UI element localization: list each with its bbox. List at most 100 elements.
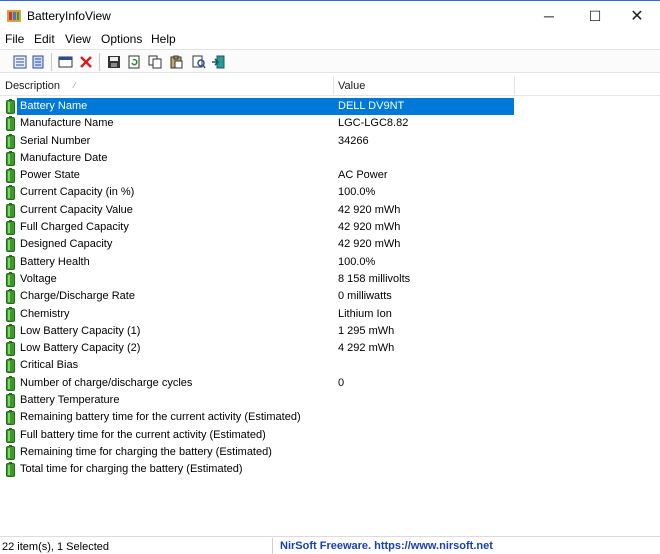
menu-view[interactable]: View — [65, 32, 91, 46]
table-row[interactable]: Chemistry Lithium Ion — [0, 306, 660, 323]
battery-icon — [6, 323, 15, 339]
table-row[interactable]: Full Charged Capacity 42 920 mWh — [0, 219, 660, 236]
row-description: Manufacture Date — [20, 151, 108, 164]
column-divider[interactable] — [514, 76, 515, 96]
battery-icon — [6, 341, 15, 357]
table-row[interactable]: Full battery time for the current activi… — [0, 427, 660, 444]
column-header-value[interactable]: Value — [338, 80, 365, 92]
row-value: 100.0% — [338, 255, 376, 268]
battery-icon — [6, 220, 15, 236]
battery-icon — [6, 168, 15, 184]
paste-icon[interactable] — [167, 53, 184, 70]
copy-icon[interactable] — [146, 53, 163, 70]
toolbar — [0, 49, 660, 73]
menu-edit[interactable]: Edit — [34, 32, 55, 46]
row-description: Serial Number — [20, 134, 91, 147]
row-value: 0 — [338, 376, 345, 389]
row-value: 8 158 millivolts — [338, 272, 411, 285]
row-description: Remaining time for charging the battery … — [20, 445, 272, 458]
table-row[interactable]: Voltage 8 158 millivolts — [0, 271, 660, 288]
row-description: Voltage — [20, 272, 57, 285]
battery-icon — [6, 427, 15, 443]
row-description: Chemistry — [20, 307, 70, 320]
row-description: Battery Name — [20, 100, 88, 112]
row-value: 42 920 mWh — [338, 203, 401, 216]
battery-icon — [6, 444, 15, 460]
find-icon[interactable] — [190, 53, 207, 70]
properties-icon[interactable] — [29, 53, 46, 70]
battery-icon — [6, 99, 15, 114]
display-icon[interactable] — [57, 53, 74, 70]
menu-bar: File Edit View Options Help — [0, 30, 660, 48]
battery-icon — [6, 393, 15, 409]
menu-file[interactable]: File — [5, 32, 24, 46]
table-row[interactable]: Low Battery Capacity (2) 4 292 mWh — [0, 340, 660, 357]
close-button[interactable]: ✕ — [614, 1, 660, 31]
exit-icon[interactable] — [210, 53, 227, 70]
sort-indicator-icon: ⁄ — [74, 81, 76, 90]
row-value: 0 milliwatts — [338, 290, 392, 303]
table-row[interactable]: Manufacture Name LGC-LGC8.82 — [0, 115, 660, 132]
status-bar: 22 item(s), 1 Selected NirSoft Freeware.… — [0, 536, 660, 554]
save-icon[interactable] — [105, 53, 122, 70]
row-value: 42 920 mWh — [338, 238, 401, 251]
row-value: DELL DV9NT — [338, 100, 405, 112]
row-description: Charge/Discharge Rate — [20, 290, 135, 303]
table-row[interactable]: Total time for charging the battery (Est… — [0, 461, 660, 478]
table-row[interactable]: Current Capacity Value 42 920 mWh — [0, 202, 660, 219]
battery-icon — [6, 116, 15, 132]
maximize-button[interactable]: ☐ — [572, 1, 618, 31]
table-row[interactable]: Designed Capacity 42 920 mWh — [0, 236, 660, 253]
row-description: Critical Bias — [20, 359, 79, 372]
row-value: 1 295 mWh — [338, 324, 395, 337]
table-row[interactable]: Battery Health 100.0% — [0, 254, 660, 271]
battery-icon — [6, 237, 15, 253]
table-row[interactable]: Remaining time for charging the battery … — [0, 444, 660, 461]
row-description: Current Capacity Value — [20, 203, 133, 216]
battery-icon — [6, 254, 15, 270]
list-header: Description ⁄ Value — [0, 76, 660, 96]
status-credit-link[interactable]: NirSoft Freeware. https://www.nirsoft.ne… — [280, 540, 493, 552]
battery-icon — [6, 202, 15, 218]
app-icon — [7, 10, 21, 22]
menu-options[interactable]: Options — [101, 32, 142, 46]
table-row[interactable]: Battery Name DELL DV9NT — [0, 98, 660, 115]
battery-icon — [6, 358, 15, 374]
menu-help[interactable]: Help — [151, 32, 176, 46]
table-row[interactable]: Manufacture Date — [0, 150, 660, 167]
battery-icon — [6, 185, 15, 201]
column-divider[interactable] — [333, 76, 334, 96]
row-description: Number of charge/discharge cycles — [20, 376, 193, 389]
delete-icon[interactable] — [77, 53, 94, 70]
column-header-description[interactable]: Description — [5, 80, 60, 92]
row-description: Low Battery Capacity (1) — [20, 324, 141, 337]
row-description: Full Charged Capacity — [20, 221, 129, 234]
row-description: Manufacture Name — [20, 117, 114, 130]
table-row[interactable]: Power State AC Power — [0, 167, 660, 184]
table-row[interactable]: Low Battery Capacity (1) 1 295 mWh — [0, 323, 660, 340]
refresh-icon[interactable] — [125, 53, 142, 70]
row-description: Current Capacity (in %) — [20, 186, 135, 199]
row-description: Power State — [20, 169, 80, 182]
table-row[interactable]: Critical Bias — [0, 357, 660, 374]
table-row[interactable]: Charge/Discharge Rate 0 milliwatts — [0, 288, 660, 305]
row-value: Lithium Ion — [338, 307, 392, 320]
row-description: Remaining battery time for the current a… — [20, 411, 301, 424]
battery-icon — [6, 410, 15, 426]
html-report-icon[interactable] — [11, 53, 28, 70]
title-bar: BatteryInfoView ─ ☐ ✕ — [0, 0, 660, 30]
table-row[interactable]: Serial Number 34266 — [0, 133, 660, 150]
battery-icon — [6, 306, 15, 322]
row-value: 42 920 mWh — [338, 221, 401, 234]
table-row[interactable]: Remaining battery time for the current a… — [0, 409, 660, 426]
window-title: BatteryInfoView — [27, 9, 111, 23]
table-row[interactable]: Battery Temperature — [0, 392, 660, 409]
minimize-button[interactable]: ─ — [526, 1, 572, 31]
list-rows: Battery Name DELL DV9NT Manufacture Name LG… — [0, 98, 660, 479]
status-divider — [272, 538, 273, 554]
battery-info-list[interactable]: Description ⁄ Value Battery Name DELL DV9… — [0, 76, 660, 531]
table-row[interactable]: Number of charge/discharge cycles 0 — [0, 375, 660, 392]
toolbar-separator — [51, 53, 52, 71]
battery-icon — [6, 462, 15, 478]
table-row[interactable]: Current Capacity (in %) 100.0% — [0, 184, 660, 201]
